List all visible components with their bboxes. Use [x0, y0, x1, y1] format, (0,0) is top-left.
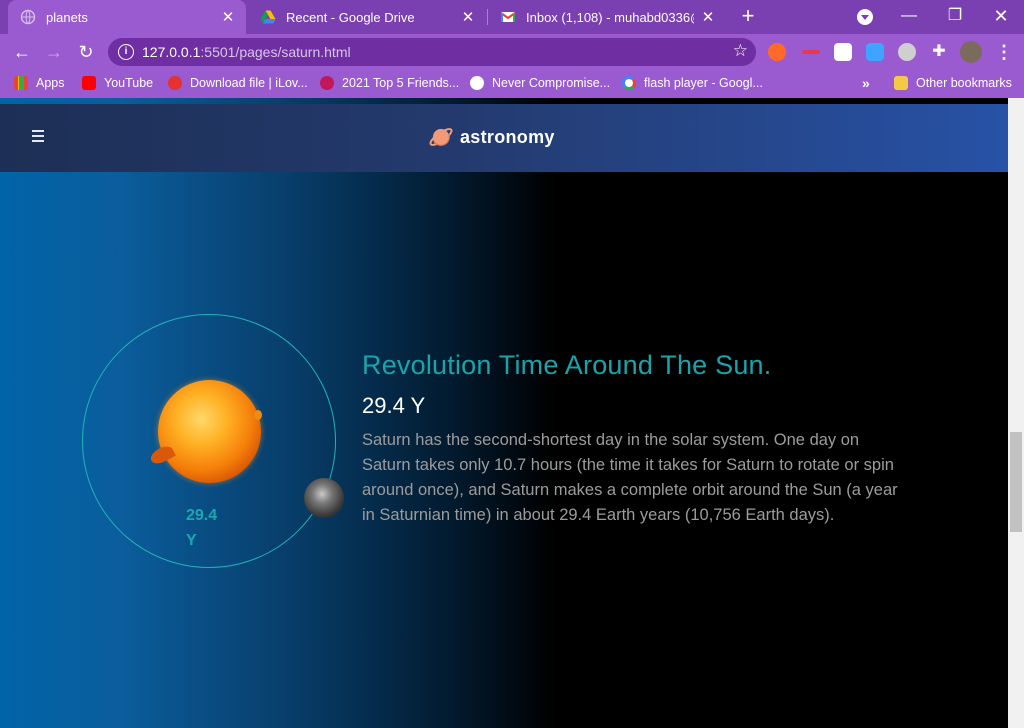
new-tab-button[interactable]: + — [736, 5, 760, 29]
tab-separator — [487, 9, 488, 25]
tab-title: Inbox (1,108) - muhabd0336@gm — [526, 9, 694, 25]
planet-logo-icon — [429, 128, 453, 146]
bookmark-ilovepdf[interactable]: Download file | iLov... — [168, 76, 308, 90]
page-viewport: astronomy 29.4 Y Revolution Time Around … — [0, 98, 1008, 728]
close-icon[interactable]: ✕ — [460, 8, 476, 26]
restore-button[interactable]: ❐ — [932, 0, 978, 34]
bookmark-other[interactable]: Other bookmarks — [894, 76, 1012, 90]
bookmark-label: 2021 Top 5 Friends... — [342, 76, 460, 90]
url-host: 127.0.0.1 — [142, 44, 201, 60]
arrow-right-icon: → — [45, 42, 63, 62]
info-icon[interactable]: i — [118, 44, 134, 60]
folder-icon — [894, 76, 908, 90]
globe-icon — [20, 9, 36, 25]
bookmark-never-compromise[interactable]: Never Compromise... — [470, 76, 610, 90]
tab-title: planets — [46, 9, 88, 25]
url-text: 127.0.0.1:5501/pages/saturn.html — [142, 44, 351, 60]
bookmark-label: Other bookmarks — [916, 76, 1012, 90]
bookmark-label: Never Compromise... — [492, 76, 611, 90]
tab-search-dropdown-icon[interactable] — [857, 9, 873, 25]
bookmarks-overflow-icon[interactable]: » — [862, 75, 870, 91]
hamburger-menu-icon[interactable] — [32, 130, 44, 142]
description-text: Saturn has the second-shortest day in th… — [362, 431, 898, 524]
youtube-icon — [82, 76, 96, 90]
tab-gmail[interactable]: Inbox (1,108) - muhabd0336@gm ✕ — [490, 0, 726, 34]
gmail-icon — [500, 9, 516, 25]
plus-icon: + — [741, 3, 755, 28]
badge-icon — [470, 76, 484, 90]
bookmark-top5[interactable]: 2021 Top 5 Friends... — [320, 76, 459, 90]
cherry-icon — [320, 76, 334, 90]
avatar[interactable] — [960, 41, 982, 63]
forward-button[interactable]: → — [42, 40, 66, 64]
back-button[interactable]: ← — [10, 40, 34, 64]
apps-grid-icon — [14, 76, 28, 90]
reload-icon: ↻ — [78, 42, 94, 62]
saturn-image — [304, 478, 344, 518]
close-icon[interactable]: ✕ — [700, 8, 716, 26]
extension-infinity-icon[interactable] — [768, 43, 786, 61]
bookmark-label: Apps — [36, 76, 65, 90]
bookmarks-bar: Apps YouTube Download file | iLov... 202… — [0, 70, 1024, 98]
close-window-button[interactable]: ✕ — [978, 0, 1024, 34]
extension-globe-icon[interactable] — [898, 43, 916, 61]
brand-name: astronomy — [460, 126, 555, 147]
bookmark-star-icon[interactable]: ☆ — [733, 41, 748, 61]
bookmark-label: YouTube — [104, 76, 154, 90]
revolution-years: 29.4 Y — [362, 393, 426, 418]
scrollbar-thumb[interactable] — [1010, 432, 1022, 532]
google-drive-icon — [260, 9, 276, 25]
tab-title: Recent - Google Drive — [286, 9, 415, 25]
reload-button[interactable]: ↻ — [74, 40, 98, 64]
minimize-button[interactable]: — — [886, 0, 932, 34]
close-icon[interactable]: ✕ — [220, 8, 236, 26]
orbit-years-label: 29.4 Y — [186, 507, 218, 549]
extensions-puzzle-icon[interactable]: ✚ — [930, 43, 948, 61]
bookmark-label: Download file | iLov... — [190, 76, 308, 90]
bookmark-youtube[interactable]: YouTube — [82, 76, 153, 90]
bookmark-label: flash player - Googl... — [644, 76, 763, 90]
site-navbar: astronomy — [0, 104, 1008, 172]
google-icon — [622, 76, 636, 90]
extension-screen-icon[interactable] — [866, 43, 884, 61]
browser-titlebar: planets ✕ Recent - Google Drive ✕ Inbox … — [0, 0, 1024, 34]
bookmark-flash-player[interactable]: flash player - Googl... — [622, 76, 763, 90]
bookmark-apps[interactable]: Apps — [14, 76, 65, 90]
url-path: :5501/pages/saturn.html — [200, 44, 351, 60]
arrow-left-icon: ← — [13, 42, 31, 62]
address-bar[interactable]: i 127.0.0.1:5501/pages/saturn.html ☆ — [108, 38, 756, 66]
sun-image — [158, 380, 261, 483]
site-brand[interactable]: astronomy — [428, 124, 555, 150]
tab-google-drive[interactable]: Recent - Google Drive ✕ — [250, 0, 486, 34]
scrollbar-track[interactable] — [1008, 98, 1024, 728]
extension-red-icon[interactable] — [802, 50, 820, 54]
extension-cloud-icon[interactable] — [834, 43, 852, 61]
solar-flare — [254, 410, 262, 420]
page-title: Revolution Time Around The Sun. — [362, 350, 772, 380]
menu-kebab-icon[interactable]: ⋮ — [992, 40, 1016, 64]
heart-icon — [168, 76, 182, 90]
browser-toolbar: ← → ↻ i 127.0.0.1:5501/pages/saturn.html… — [0, 34, 1024, 70]
tab-planets[interactable]: planets ✕ — [8, 0, 246, 34]
